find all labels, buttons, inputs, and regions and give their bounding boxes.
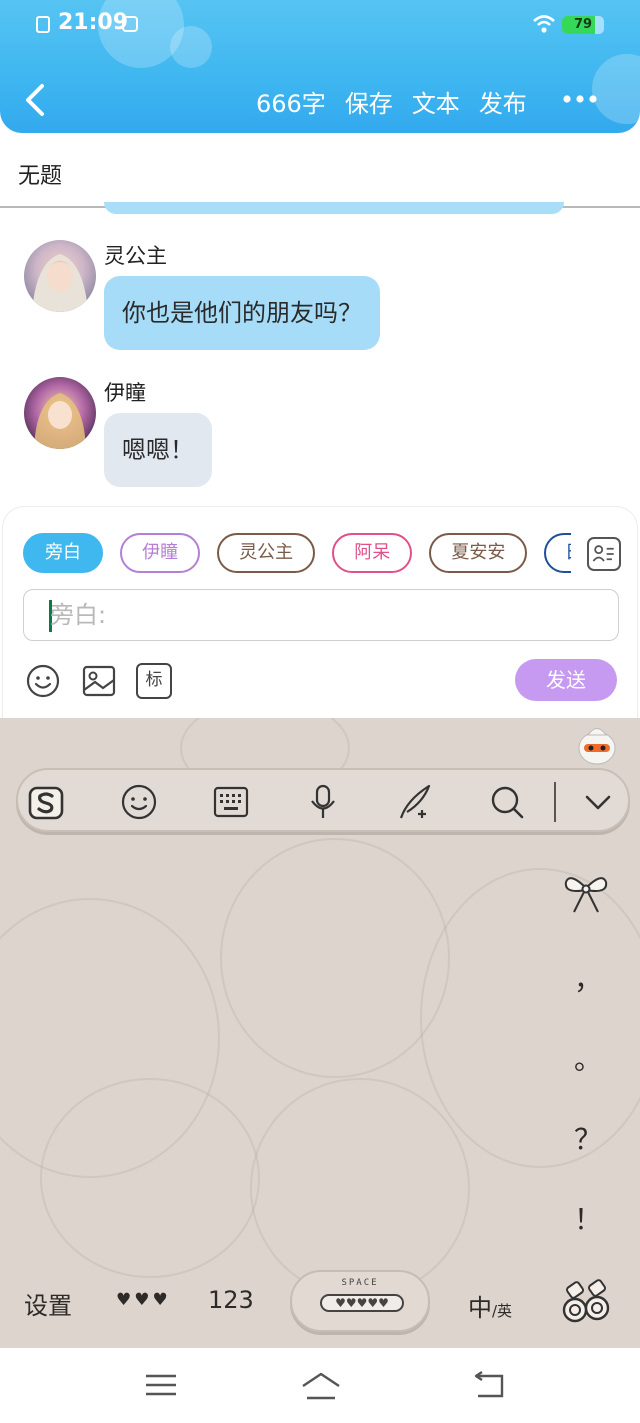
microphone-icon[interactable] <box>303 782 343 822</box>
punct-period[interactable]: 。 <box>566 1038 610 1078</box>
save-button[interactable]: 保存 <box>345 84 393 119</box>
emoji-icon[interactable] <box>119 782 159 822</box>
notification-app-icon <box>122 16 138 32</box>
sim-off-icon <box>36 16 50 33</box>
keyboard-icon[interactable] <box>211 782 251 822</box>
search-icon[interactable] <box>487 782 527 822</box>
hearts-key[interactable]: ♥♥♥ <box>116 1290 171 1310</box>
image-icon[interactable] <box>81 663 117 699</box>
chip-character[interactable]: 伊瞳 <box>120 533 201 573</box>
app-header: 21:09 79 666字 保存 文本 发布 <box>0 0 640 133</box>
send-button[interactable]: 发送 <box>515 659 617 701</box>
composer-panel: 旁白 伊瞳 灵公主 阿呆 夏安安 田安淇 标 发送 <box>2 506 638 720</box>
chip-character[interactable]: 田安淇 <box>544 533 571 573</box>
space-hearts: ♥♥♥♥♥ <box>320 1294 404 1312</box>
keyboard-doodle <box>40 1078 260 1278</box>
quill-icon[interactable] <box>395 782 435 822</box>
message-input[interactable] <box>50 590 610 640</box>
back-nav-icon[interactable] <box>470 1368 510 1402</box>
story-title: 无题 <box>18 164 63 189</box>
avatar[interactable] <box>24 240 96 312</box>
system-nav-bar <box>0 1348 640 1423</box>
space-label: SPACE <box>341 1278 379 1288</box>
keyboard: ， 。 ？ ！ 设置 ♥♥♥ 123 SPACE ♥♥♥♥♥ 中/英 <box>0 718 640 1348</box>
story-title-row[interactable]: 无题 <box>0 138 640 208</box>
sogou-logo-icon[interactable] <box>26 782 66 822</box>
more-options-icon[interactable] <box>560 84 600 114</box>
text-button[interactable]: 文本 <box>412 84 460 119</box>
keyboard-doodle <box>250 1078 470 1298</box>
publish-button[interactable]: 发布 <box>479 84 527 119</box>
chip-narrator[interactable]: 旁白 <box>23 533 103 573</box>
toolbar-divider <box>554 782 556 822</box>
punct-comma[interactable]: ， <box>566 958 610 998</box>
message-bubble[interactable]: 嗯嗯！ <box>104 413 212 487</box>
chevron-down-icon[interactable] <box>578 782 618 822</box>
header-actions: 666字 保存 文本 发布 <box>256 84 546 119</box>
chip-character[interactable]: 夏安安 <box>429 533 528 573</box>
sender-name: 伊瞳 <box>104 381 146 405</box>
punct-exclaim[interactable]: ！ <box>566 1198 610 1238</box>
lang-primary: 中 <box>468 1294 492 1322</box>
lang-secondary: /英 <box>492 1302 513 1320</box>
space-key[interactable]: SPACE ♥♥♥♥♥ <box>290 1270 430 1332</box>
chip-character[interactable]: 灵公主 <box>217 533 316 573</box>
message-bubble[interactable]: 你也是他们的朋友吗？ <box>104 276 380 350</box>
sender-name: 灵公主 <box>104 244 167 268</box>
status-bar: 21:09 79 <box>0 8 640 40</box>
menu-icon[interactable] <box>141 1368 181 1402</box>
binoculars-icon[interactable] <box>558 1274 614 1330</box>
battery-icon: 79 <box>562 16 604 34</box>
home-icon[interactable] <box>299 1368 343 1402</box>
bow-decoration-icon <box>564 877 608 913</box>
contact-card-icon[interactable] <box>587 537 621 571</box>
character-chips: 旁白 伊瞳 灵公主 阿呆 夏安安 田安淇 <box>23 533 571 575</box>
settings-key[interactable]: 设置 <box>24 1286 72 1321</box>
status-time: 21:09 <box>58 10 129 35</box>
language-toggle-key[interactable]: 中/英 <box>468 1288 512 1323</box>
avatar[interactable] <box>24 377 96 449</box>
keyboard-mascot-icon[interactable] <box>576 722 618 766</box>
message-input-box <box>23 589 619 641</box>
wifi-icon <box>533 15 555 33</box>
numbers-key[interactable]: 123 <box>208 1286 254 1314</box>
word-count: 666字 <box>256 90 326 118</box>
tag-button[interactable]: 标 <box>136 663 172 699</box>
punct-question[interactable]: ？ <box>566 1118 610 1158</box>
chip-character[interactable]: 阿呆 <box>332 533 413 573</box>
back-button[interactable] <box>18 78 58 122</box>
emoji-icon[interactable] <box>25 663 61 699</box>
battery-percent: 79 <box>573 17 593 32</box>
keyboard-doodle <box>220 838 450 1078</box>
keyboard-toolbar <box>16 768 630 832</box>
previous-message-bubble <box>104 202 564 214</box>
